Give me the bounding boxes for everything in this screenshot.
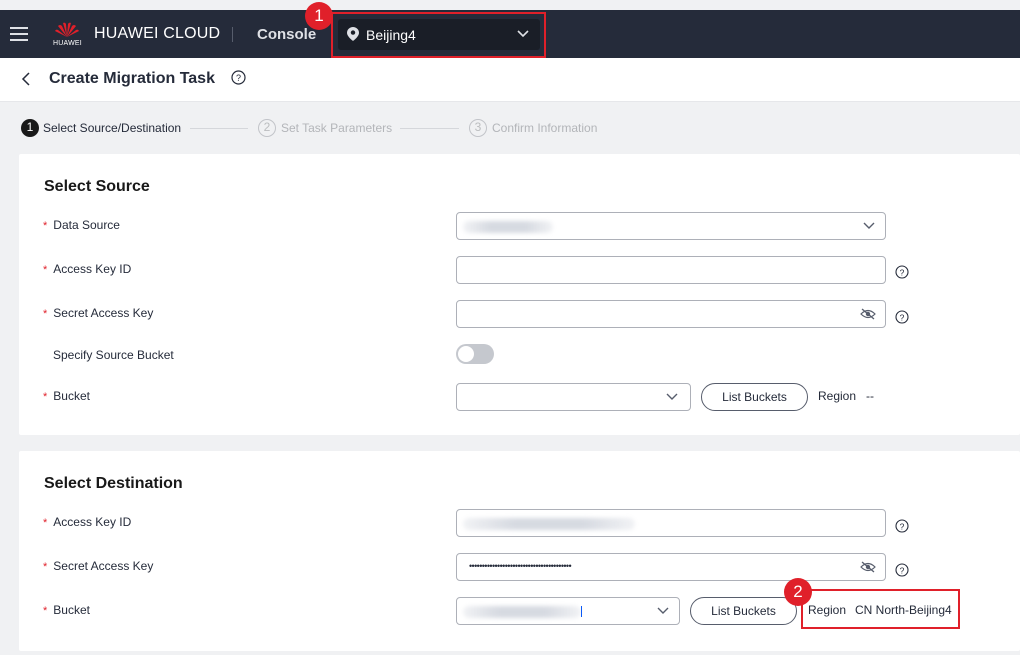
console-link[interactable]: Console (257, 26, 316, 43)
source-region-value: -- (866, 389, 874, 403)
highlight-box-destination-region (801, 589, 960, 629)
help-icon[interactable]: ? (895, 519, 909, 533)
required-marker: * (43, 391, 48, 403)
chevron-down-icon (863, 222, 875, 229)
svg-text:?: ? (900, 521, 905, 531)
annotation-badge-1: 1 (305, 2, 333, 30)
required-marker: * (43, 561, 48, 573)
step-2-label: Set Task Parameters (281, 121, 393, 135)
specify-source-bucket-toggle[interactable] (456, 344, 494, 364)
chevron-down-icon (657, 607, 669, 614)
required-marker: * (43, 517, 48, 529)
destination-secret-key-input[interactable]: •••••••••••••••••••••••••••••••••••••••• (456, 553, 886, 581)
destination-access-key-input[interactable] (456, 509, 886, 537)
svg-text:?: ? (900, 267, 905, 277)
source-region-label: Region (818, 389, 857, 403)
required-marker: * (43, 308, 48, 320)
svg-text:?: ? (236, 73, 241, 83)
source-list-buckets-button[interactable]: List Buckets (701, 383, 808, 411)
destination-section-title: Select Destination (44, 475, 183, 492)
blurred-value (463, 518, 635, 530)
svg-text:?: ? (900, 312, 905, 322)
step-1-number: 1 (21, 119, 39, 137)
data-source-select[interactable] (456, 212, 886, 240)
destination-bucket-select[interactable] (456, 597, 680, 625)
step-indicator: 1 Select Source/Destination 2 Set Task P… (0, 112, 1020, 142)
step-3-label: Confirm Information (492, 121, 598, 135)
destination-list-buckets-button[interactable]: List Buckets (690, 597, 797, 625)
text-cursor (581, 606, 582, 617)
data-source-label: * Data Source (43, 218, 120, 232)
logo-text: HUAWEI (53, 40, 82, 47)
header-divider (232, 27, 233, 42)
specify-source-bucket-label: Specify Source Bucket (53, 348, 174, 362)
step-1-label: Select Source/Destination (43, 121, 182, 135)
source-access-key-label: * Access Key ID (43, 262, 132, 276)
source-secret-key-input[interactable] (456, 300, 886, 328)
toggle-knob (458, 346, 474, 362)
eye-hidden-icon[interactable] (860, 308, 876, 320)
eye-hidden-icon[interactable] (860, 561, 876, 573)
help-icon[interactable]: ? (895, 563, 909, 577)
svg-text:?: ? (900, 565, 905, 575)
step-connector (190, 128, 248, 129)
page-title: Create Migration Task (49, 70, 215, 87)
step-2-number: 2 (258, 119, 276, 137)
source-access-key-input[interactable] (456, 256, 886, 284)
annotation-badge-2: 2 (784, 578, 812, 606)
required-marker: * (43, 264, 48, 276)
blurred-value (463, 606, 581, 618)
destination-secret-key-label: * Secret Access Key (43, 559, 154, 573)
destination-secret-key-value: •••••••••••••••••••••••••••••••••••••••• (469, 561, 572, 571)
select-source-card: Select Source * Data Source * Access Key I… (19, 154, 1020, 435)
highlight-box-region-selector (331, 12, 546, 58)
blurred-value (463, 221, 553, 233)
help-icon[interactable]: ? (231, 70, 246, 85)
help-icon[interactable]: ? (895, 265, 909, 279)
source-secret-key-label: * Secret Access Key (43, 306, 154, 320)
destination-access-key-label: * Access Key ID (43, 515, 132, 529)
brand-name[interactable]: HUAWEI CLOUD (94, 25, 220, 43)
help-icon[interactable]: ? (895, 310, 909, 324)
hamburger-menu-icon[interactable] (10, 27, 28, 41)
destination-bucket-label: * Bucket (43, 603, 90, 617)
step-connector (400, 128, 459, 129)
page-title-bar: Create Migration Task ? (0, 58, 1020, 102)
required-marker: * (43, 220, 48, 232)
back-arrow-icon[interactable] (20, 71, 32, 87)
step-3-number: 3 (469, 119, 487, 137)
chevron-down-icon (666, 393, 678, 400)
source-section-title: Select Source (44, 178, 150, 195)
source-bucket-select[interactable] (456, 383, 691, 411)
source-bucket-label: * Bucket (43, 389, 90, 403)
required-marker: * (43, 605, 48, 617)
